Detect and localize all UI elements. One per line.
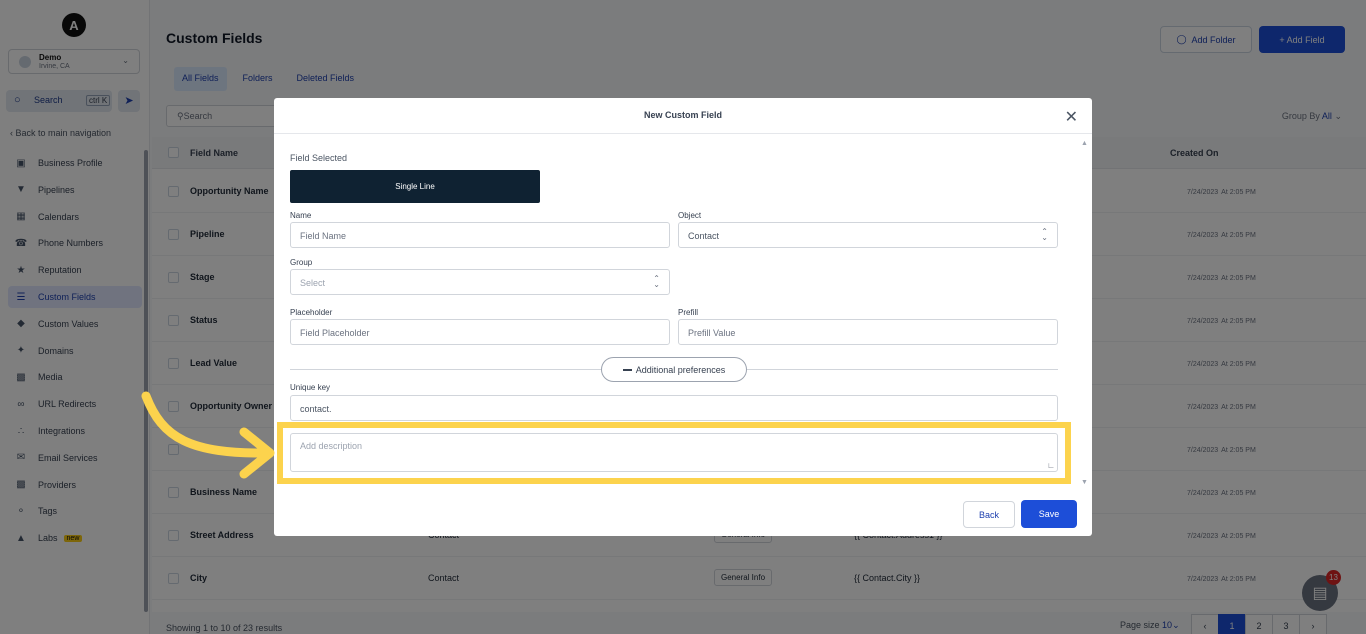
object-label: Object	[678, 211, 702, 220]
object-select[interactable]: Contact ⌃ ⌄	[678, 222, 1058, 248]
resize-handle-icon[interactable]: ∟	[1047, 461, 1055, 470]
description-textarea[interactable]: Add description ∟	[290, 433, 1058, 472]
field-name-input[interactable]: Field Name	[290, 222, 670, 248]
unique-key-label: Unique key	[290, 383, 331, 392]
name-label: Name	[290, 211, 312, 220]
prefill-label: Prefill	[678, 308, 699, 317]
group-select[interactable]: Select ⌃ ⌄	[290, 269, 670, 295]
select-arrows-icon: ⌃ ⌄	[1041, 227, 1048, 242]
prefill-input[interactable]: Prefill Value	[678, 319, 1058, 345]
pointer-arrow-icon	[141, 391, 275, 479]
save-button[interactable]: Save	[1021, 500, 1077, 528]
modal-scrollbar[interactable]: ▲ ▼	[1080, 138, 1090, 486]
modal-title: New Custom Field	[643, 110, 722, 120]
description-highlight: Add description ∟	[277, 422, 1071, 484]
modal-header: New Custom Field ✕	[274, 98, 1092, 134]
field-selected-label: Field Selected	[290, 153, 348, 163]
group-label: Group	[290, 258, 313, 267]
additional-preferences-label: Additional preferences	[635, 364, 726, 375]
back-button[interactable]: Back	[963, 501, 1015, 528]
group-placeholder: Select	[300, 278, 326, 288]
unique-key-input[interactable]: contact.	[290, 395, 1058, 421]
description-placeholder: Add description	[300, 441, 363, 451]
scroll-down-icon[interactable]: ▼	[1081, 479, 1088, 486]
placeholder-input[interactable]: Field Placeholder	[290, 319, 670, 345]
minus-icon	[622, 368, 632, 371]
placeholder-label: Placeholder	[290, 308, 333, 317]
selected-field-type-card[interactable]: Single Line	[290, 170, 540, 203]
scroll-up-icon[interactable]: ▲	[1081, 140, 1088, 147]
close-icon[interactable]: ✕	[1065, 107, 1078, 127]
additional-preferences-toggle[interactable]: Additional preferences	[601, 357, 747, 382]
object-value: Contact	[688, 231, 720, 241]
select-arrows-icon: ⌃ ⌄	[653, 274, 660, 289]
